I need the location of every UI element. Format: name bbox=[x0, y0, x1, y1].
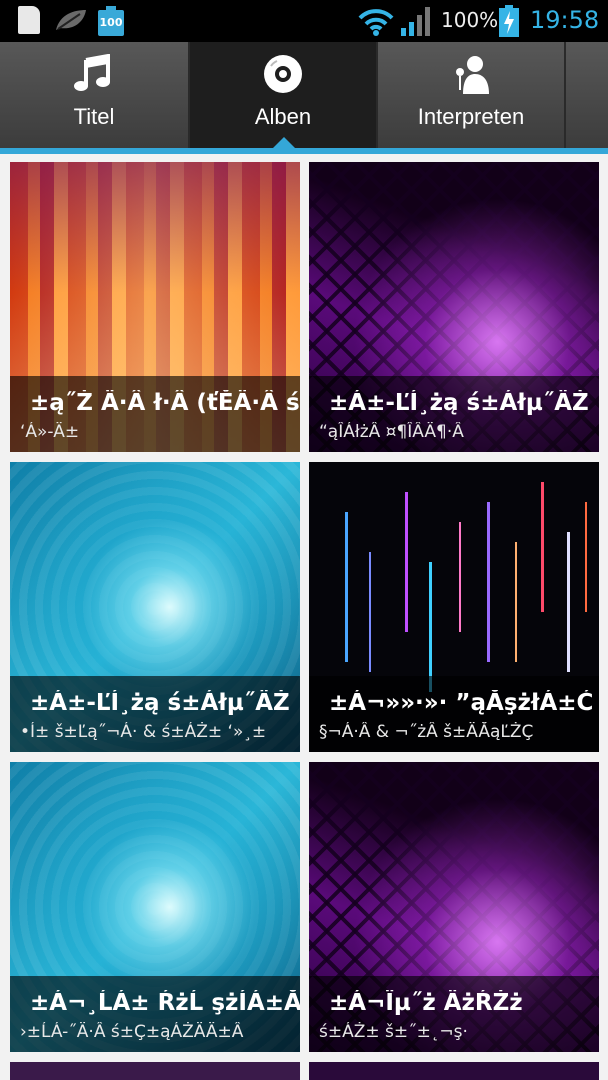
tab-label: Interpreten bbox=[417, 104, 525, 129]
album-tile[interactable]: ±Á±-ĽÍ¸żą ś±Áłµ˝ÄŻ “ąÎÁłżÂ ¤¶ÎÂÄ¶·Â bbox=[309, 162, 599, 452]
album-info-band: ±Á¬»»·»· ”ąĂşżłÁ±Ć §¬Á·Â & ¬˝żÂ š±ÄĂąĽŻÇ bbox=[309, 676, 599, 752]
album-title: ±Á±-ĽÍ¸żą ś±Áłµ˝ÄŻ bbox=[30, 690, 290, 716]
tab-interpreten[interactable]: Interpreten bbox=[378, 42, 564, 148]
album-title: ±ą˝Ż Ä·Â ł·Â (ťĚÄ·Â ś bbox=[30, 390, 300, 416]
tab-alben[interactable]: Alben bbox=[190, 42, 376, 148]
album-tile[interactable]: ±Á¬¸ĹÁ± ŔżĹ şżÍÁ±Ă ›±ĹÁ-˝Ä·Â ś±Ç±ąÁŻÄÄ±Â bbox=[10, 762, 300, 1052]
battery-level-text: 100 bbox=[99, 16, 123, 29]
album-artist: ‘Á»-Ä± bbox=[20, 422, 80, 442]
leaf-icon bbox=[56, 10, 86, 30]
album-artist: “ąÎÁłżÂ ¤¶ÎÂÄ¶·Â bbox=[319, 422, 464, 442]
album-title: ±Á¬»»·»· ”ąĂşżłÁ±Ć bbox=[329, 690, 594, 716]
music-note-icon bbox=[74, 54, 110, 91]
album-artist: §¬Á·Â & ¬˝żÂ š±ÄĂąĽŻÇ bbox=[319, 722, 534, 742]
album-tile[interactable]: ±ą˝Ż Ä·Â ł·Â (ťĚÄ·Â ś ‘Á»-Ä± bbox=[10, 162, 300, 452]
album-tile[interactable]: ±Á±-ĽÍ¸żą ś±Áłµ˝ÄŻ •Í± š±Ľą˝¬Á· & ś±ÁŻ± … bbox=[10, 462, 300, 752]
album-tile[interactable]: ±Á¬»»·»· ”ąĂşżłÁ±Ć §¬Á·Â & ¬˝żÂ š±ÄĂąĽŻÇ bbox=[309, 462, 599, 752]
tab-label: Alben bbox=[254, 104, 312, 129]
album-info-band: ±Á±-ĽÍ¸żą ś±Áłµ˝ÄŻ •Í± š±Ľą˝¬Á· & ś±ÁŻ± … bbox=[10, 676, 300, 752]
clock: 19:58 bbox=[530, 6, 600, 34]
album-grid: ±ą˝Ż Ä·Â ł·Â (ťĚÄ·Â ś ‘Á»-Ä± ±Á±-ĽÍ¸żą ś… bbox=[0, 154, 608, 1080]
album-info-band: ±Á¬¸ĹÁ± ŔżĹ şżÍÁ±Ă ›±ĹÁ-˝Ä·Â ś±Ç±ąÁŻÄÄ±Â bbox=[10, 976, 300, 1052]
album-title: ±Á¬¸ĹÁ± ŔżĹ şżÍÁ±Ă bbox=[30, 990, 300, 1016]
album-artist: •Í± š±Ľą˝¬Á· & ś±ÁŻ± ‘»¸± bbox=[20, 722, 267, 742]
tab-label: Titel bbox=[73, 104, 115, 129]
active-tab-notch bbox=[273, 137, 295, 148]
tab-titel[interactable]: Titel bbox=[0, 42, 188, 148]
album-tile-partial[interactable] bbox=[10, 1062, 300, 1080]
tab-bar: Titel Alben Interpreten bbox=[0, 42, 608, 148]
album-tile[interactable]: ±Á¬Ïµ˝ż ÄżŔŻż ś±ÁŻ± š±˝±˛¬ş· bbox=[309, 762, 599, 1052]
wifi-icon bbox=[358, 9, 394, 36]
album-artist: ›±ĹÁ-˝Ä·Â ś±Ç±ąÁŻÄÄ±Â bbox=[20, 1022, 244, 1042]
album-info-band: ±Á¬Ïµ˝ż ÄżŔŻż ś±ÁŻ± š±˝±˛¬ş· bbox=[309, 976, 599, 1052]
album-artist: ś±ÁŻ± š±˝±˛¬ş· bbox=[319, 1022, 468, 1042]
album-title: ±Á±-ĽÍ¸żą ś±Áłµ˝ÄŻ bbox=[329, 390, 589, 416]
charging-battery-icon bbox=[499, 5, 519, 37]
album-tile-partial[interactable] bbox=[309, 1062, 599, 1080]
disc-icon bbox=[264, 55, 302, 93]
battery-percent: 100% bbox=[441, 8, 499, 32]
album-info-band: ±Á±-ĽÍ¸żą ś±Áłµ˝ÄŻ “ąÎÁłżÂ ¤¶ÎÂÄ¶·Â bbox=[309, 376, 599, 452]
battery-icon: 100 bbox=[98, 6, 124, 36]
singer-icon bbox=[456, 56, 489, 94]
album-title: ±Á¬Ïµ˝ż ÄżŔŻż bbox=[329, 990, 523, 1016]
status-bar: 100 100% 19:58 bbox=[0, 0, 608, 42]
album-info-band: ±ą˝Ż Ä·Â ł·Â (ťĚÄ·Â ś ‘Á»-Ä± bbox=[10, 376, 300, 452]
sd-card-icon bbox=[18, 6, 40, 34]
signal-icon bbox=[401, 7, 430, 36]
